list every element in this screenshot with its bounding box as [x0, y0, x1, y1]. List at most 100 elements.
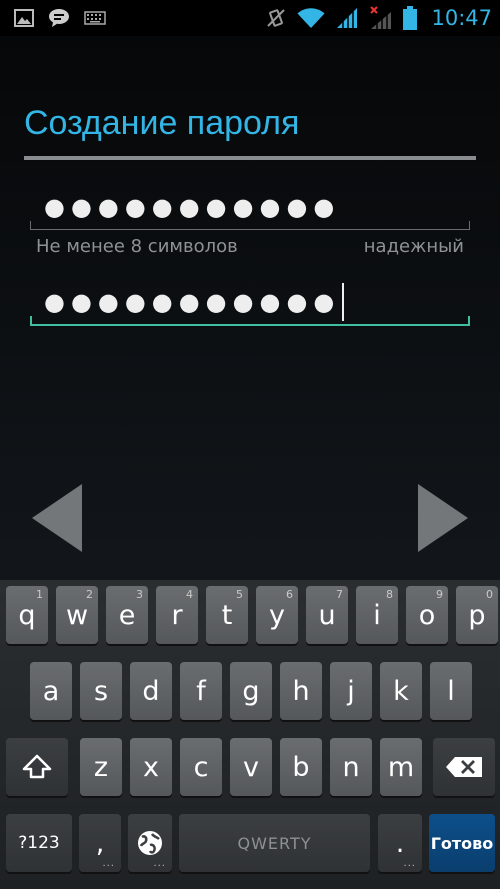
key-k[interactable]: k [380, 662, 422, 720]
key-number-hint: 2 [86, 588, 93, 601]
keyboard-row-3: z x c v bnm [0, 738, 500, 800]
done-key[interactable]: Готово [429, 814, 495, 872]
next-button[interactable] [418, 484, 468, 556]
password-input[interactable]: ●●●●●●●●●●● [30, 184, 470, 230]
key-label: y [269, 599, 285, 631]
key-label: v [243, 751, 259, 783]
key-s[interactable]: s [80, 662, 122, 720]
key-r[interactable]: r4 [156, 586, 198, 644]
password-dots: ●●●●●●●●●●● [44, 192, 341, 221]
signal-icon [335, 7, 359, 29]
key-label: b [292, 751, 310, 783]
field-edge-left [30, 316, 32, 324]
key-x[interactable]: x [130, 738, 172, 796]
key-p[interactable]: p0 [456, 586, 498, 644]
key-number-hint: 5 [236, 588, 243, 601]
comma-key[interactable]: , ... [79, 814, 121, 872]
system-icons: 10:47 [265, 6, 492, 30]
key-u[interactable]: u7 [306, 586, 348, 644]
key-v[interactable]: v [230, 738, 272, 796]
key-b[interactable]: b [280, 738, 322, 796]
key-number-hint: 3 [136, 588, 143, 601]
period-key[interactable]: . ... [378, 814, 422, 872]
key-a[interactable]: a [30, 662, 72, 720]
key-m[interactable]: m [380, 738, 422, 796]
shift-icon [22, 754, 52, 779]
shift-key[interactable] [6, 738, 68, 796]
key-label: q [18, 599, 36, 631]
signal-no-service-icon [369, 6, 393, 30]
globe-icon [138, 831, 162, 855]
key-label: i [373, 599, 381, 631]
key-n[interactable]: n [330, 738, 372, 796]
key-h[interactable]: h [280, 662, 322, 720]
key-g[interactable]: g [230, 662, 272, 720]
title-divider [24, 156, 476, 160]
key-label: s [93, 675, 109, 707]
key-y[interactable]: y6 [256, 586, 298, 644]
key-j[interactable]: j [330, 662, 372, 720]
key-z[interactable]: z [80, 738, 122, 796]
key-label: p [468, 599, 486, 631]
keyboard-row-1: q1w2e3r4t5y6u7i8o9p0 [0, 586, 500, 648]
key-label: o [418, 599, 436, 631]
key-f[interactable]: f [180, 662, 222, 720]
more-options-dots: ... [153, 858, 166, 869]
key-d[interactable]: d [130, 662, 172, 720]
key-number-hint: 6 [286, 588, 293, 601]
key-e[interactable]: e3 [106, 586, 148, 644]
password-requirement-hint: Не менее 8 символов [36, 236, 238, 257]
symbols-key[interactable]: ?123 [6, 814, 72, 872]
key-o[interactable]: o9 [406, 586, 448, 644]
key-label: j [347, 675, 355, 707]
space-key[interactable]: QWERTY [179, 814, 370, 872]
key-w[interactable]: w2 [56, 586, 98, 644]
key-number-hint: 7 [336, 588, 343, 601]
chat-icon [48, 8, 70, 28]
key-label: e [118, 599, 136, 631]
key-t[interactable]: t5 [206, 586, 248, 644]
key-label: d [142, 675, 160, 707]
keyboard-row-4: ?123 , ... ... QWERTY . ... Готово [0, 814, 500, 876]
key-label: m [387, 751, 415, 783]
confirm-password-dots: ●●●●●●●●●●● [44, 288, 341, 316]
comma-label: , [95, 827, 105, 859]
key-q[interactable]: q1 [6, 586, 48, 644]
keyboard-row-2: a s d f gh j k l [0, 662, 500, 724]
vibrate-off-icon [265, 7, 287, 29]
status-bar: 10:47 [0, 0, 500, 36]
key-i[interactable]: i8 [356, 586, 398, 644]
key-number-hint: 4 [186, 588, 193, 601]
text-cursor [342, 283, 345, 321]
key-label: c [193, 751, 209, 783]
key-label: r [171, 599, 183, 631]
more-options-dots: ... [403, 858, 416, 869]
wifi-icon [297, 7, 325, 29]
key-label: u [318, 599, 336, 631]
key-label: t [221, 599, 233, 631]
password-strength-label: надежный [363, 236, 464, 257]
notification-icons [14, 8, 106, 28]
back-button[interactable] [32, 484, 82, 556]
field-edge-right [468, 316, 470, 324]
key-c[interactable]: c [180, 738, 222, 796]
field-edge-right [469, 221, 470, 229]
gallery-icon [14, 9, 34, 27]
clock: 10:47 [431, 6, 492, 30]
backspace-key[interactable] [433, 738, 495, 796]
key-number-hint: 0 [486, 588, 493, 601]
key-number-hint: 8 [386, 588, 393, 601]
soft-keyboard: q1w2e3r4t5y6u7i8o9p0 asdfghjkl zxcvbnm ?… [0, 580, 500, 889]
key-label: l [447, 675, 455, 707]
globe-key[interactable]: ... [128, 814, 172, 872]
key-label: w [65, 599, 89, 631]
key-l[interactable]: l [430, 662, 472, 720]
triangle-left-icon [32, 484, 82, 552]
keyboard-icon [84, 11, 106, 25]
key-label: n [342, 751, 360, 783]
key-label: a [42, 675, 60, 707]
confirm-password-input[interactable]: ●●●●●●●●●●● [30, 280, 470, 326]
triangle-right-icon [418, 484, 468, 552]
key-number-hint: 9 [436, 588, 443, 601]
key-label: h [292, 675, 310, 707]
